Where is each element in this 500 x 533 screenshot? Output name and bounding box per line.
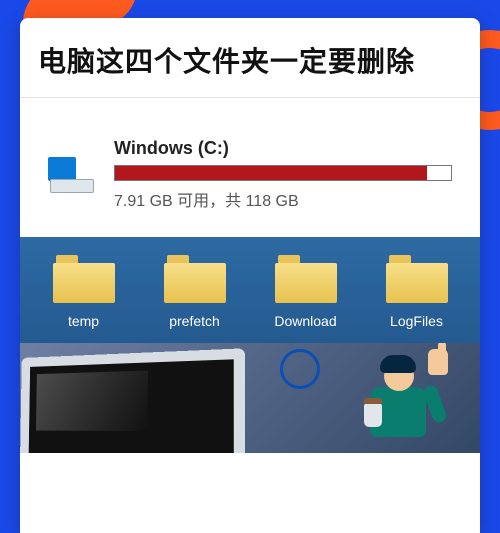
folder-label: temp <box>38 313 130 329</box>
person-illustration <box>336 347 456 453</box>
decor-circle-icon <box>280 349 320 389</box>
folder-item[interactable]: Download <box>260 255 352 329</box>
folder-item[interactable]: prefetch <box>149 255 241 329</box>
folder-icon <box>275 255 337 303</box>
drive-section: Windows (C:) 7.91 GB 可用，共 118 GB <box>20 97 480 237</box>
disk-drive-icon <box>48 151 96 199</box>
folder-icon <box>164 255 226 303</box>
drive-info: Windows (C:) 7.91 GB 可用，共 118 GB <box>114 138 452 211</box>
thumbs-up-icon <box>428 349 448 375</box>
headline-text: 电脑这四个文件夹一定要删除 <box>20 18 480 97</box>
monitor-illustration <box>20 348 245 453</box>
promo-strip <box>20 343 480 453</box>
folder-label: LogFiles <box>371 313 463 329</box>
folder-icon <box>386 255 448 303</box>
content-card: 电脑这四个文件夹一定要删除 Windows (C:) 7.91 GB 可用，共 … <box>20 18 480 533</box>
drive-name: Windows (C:) <box>114 138 452 159</box>
drive-status-text: 7.91 GB 可用，共 118 GB <box>114 187 452 211</box>
folder-label: prefetch <box>149 313 241 329</box>
folder-icon <box>53 255 115 303</box>
drive-usage-fill <box>115 166 427 180</box>
folder-item[interactable]: LogFiles <box>371 255 463 329</box>
folder-item[interactable]: temp <box>38 255 130 329</box>
drive-usage-bar <box>114 165 452 181</box>
folders-row: temp prefetch Download LogFiles <box>20 237 480 343</box>
folder-label: Download <box>260 313 352 329</box>
